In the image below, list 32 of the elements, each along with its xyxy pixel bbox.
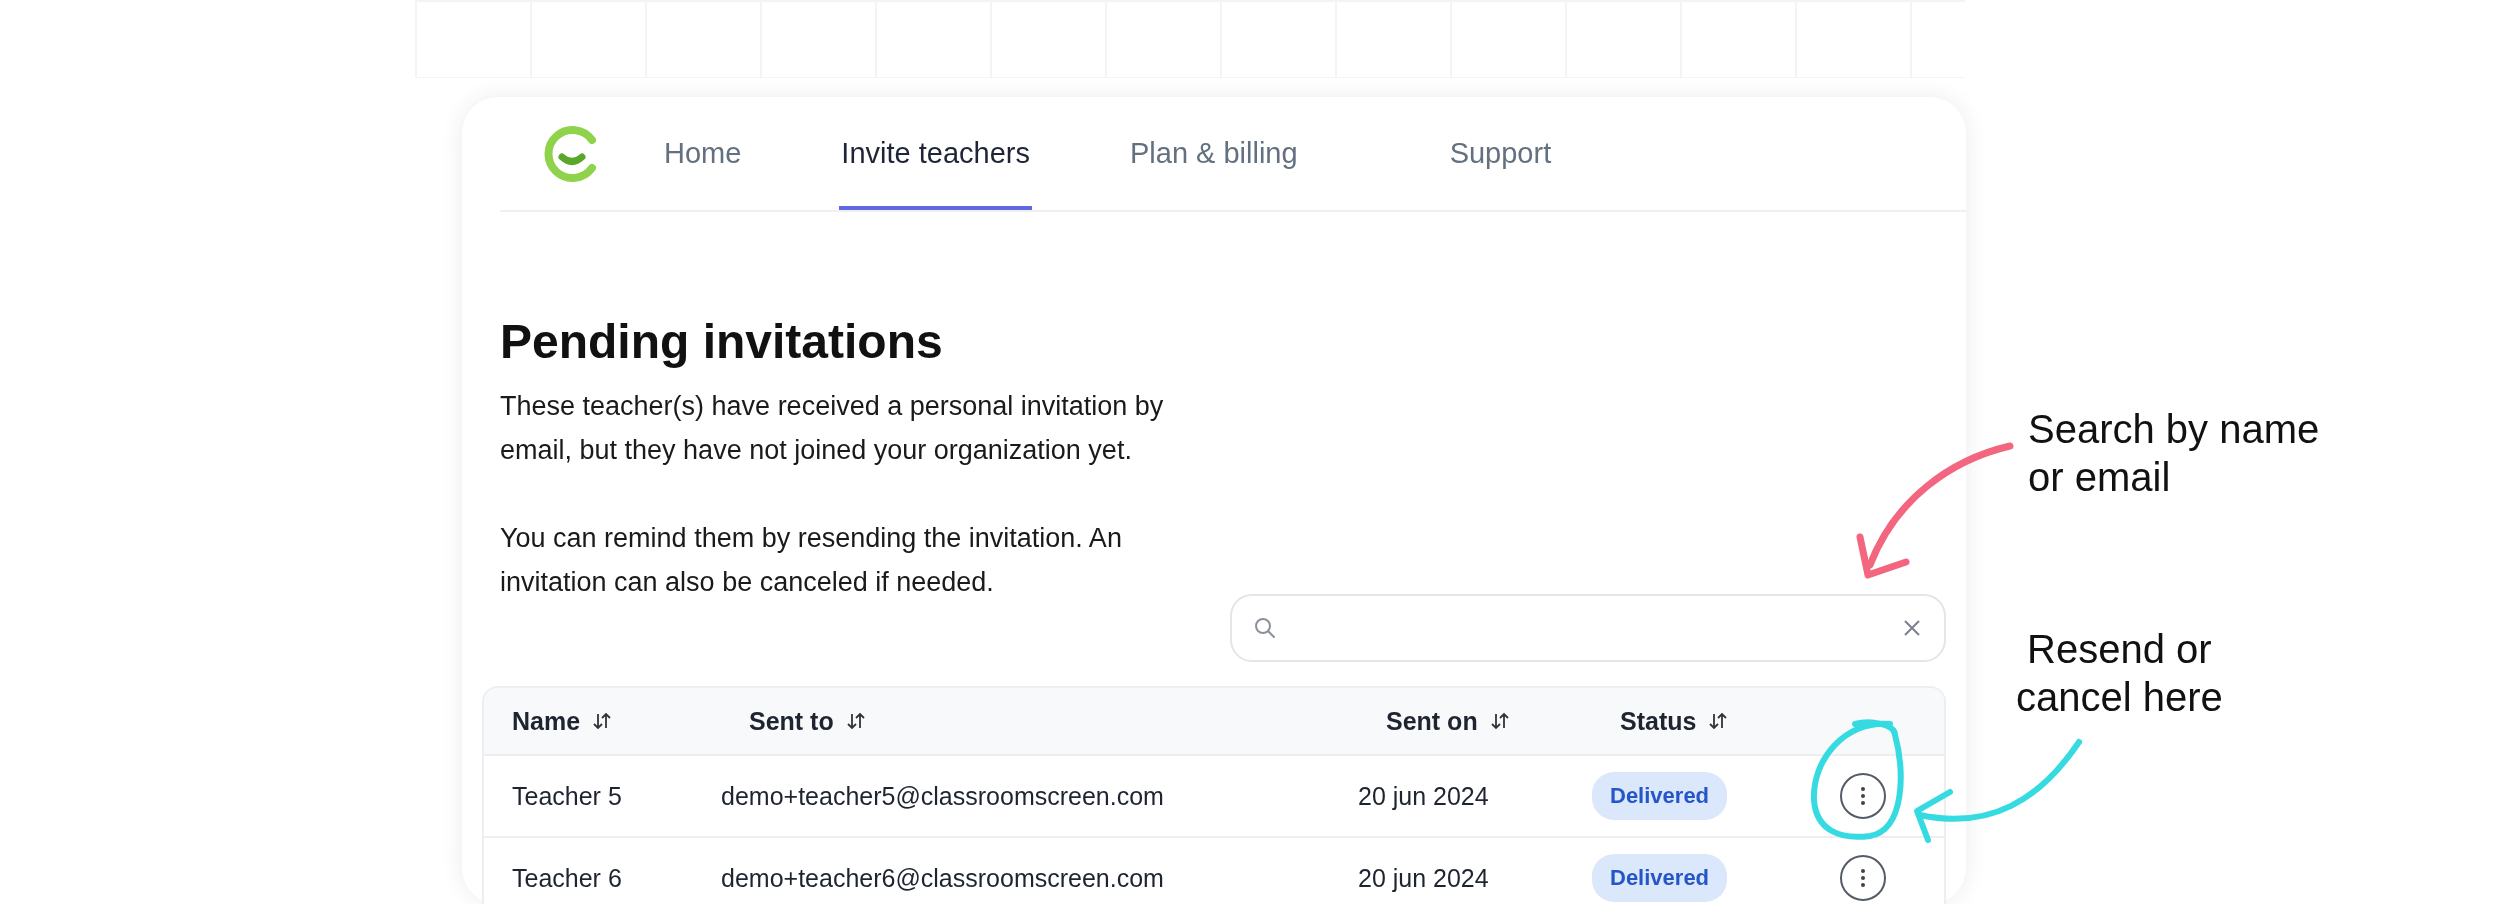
- description-text: These teacher(s) have received a personal invitation by email, but they have not joined your organization yet.: [500, 390, 1165, 467]
- column-header[interactable]: Sent on: [1358, 705, 1592, 737]
- table-cell-text: demo+teacher6@classroomscreen.com: [721, 863, 1165, 893]
- nav-tab[interactable]: Invite teachers: [839, 97, 1032, 210]
- sort-icon[interactable]: [1708, 711, 1729, 731]
- table-cell-text: 20 jun 2024: [1358, 781, 1490, 811]
- nav-tab[interactable]: Support: [1447, 97, 1554, 210]
- column-header[interactable]: Name: [484, 705, 721, 737]
- page-title: Pending invitations: [500, 314, 944, 370]
- search-icon: [1254, 617, 1276, 639]
- table-cell-text: Teacher 5: [511, 781, 623, 811]
- sort-icon[interactable]: [845, 711, 866, 731]
- status-badge: Delivered: [1592, 772, 1728, 820]
- more-icon: [1860, 786, 1866, 806]
- sort-icon[interactable]: [592, 711, 613, 731]
- more-button[interactable]: [1840, 855, 1886, 901]
- annotation-text: Search by name or email: [2028, 406, 2320, 501]
- more-button[interactable]: [1840, 773, 1886, 819]
- column-header[interactable]: Sent to: [721, 705, 1358, 737]
- column-header[interactable]: Status: [1592, 705, 1792, 737]
- table-cell-text: 20 jun 2024: [1358, 863, 1490, 893]
- description-text: You can remind them by resending the invitation. An invitation can also be canceled if needed.: [500, 522, 1123, 599]
- clear-icon[interactable]: [1902, 618, 1922, 638]
- sort-icon[interactable]: [1489, 711, 1510, 731]
- table-cell-text: Teacher 6: [511, 863, 623, 893]
- nav-tab[interactable]: Plan & billing: [1127, 97, 1300, 210]
- status-badge: Delivered: [1592, 854, 1728, 902]
- annotation-text: Resend or cancel here: [2016, 626, 2223, 721]
- table-cell-text: demo+teacher5@classroomscreen.com: [721, 781, 1165, 811]
- nav-tab[interactable]: Home: [662, 97, 744, 210]
- more-icon: [1860, 868, 1866, 888]
- search-field[interactable]: [1230, 594, 1946, 662]
